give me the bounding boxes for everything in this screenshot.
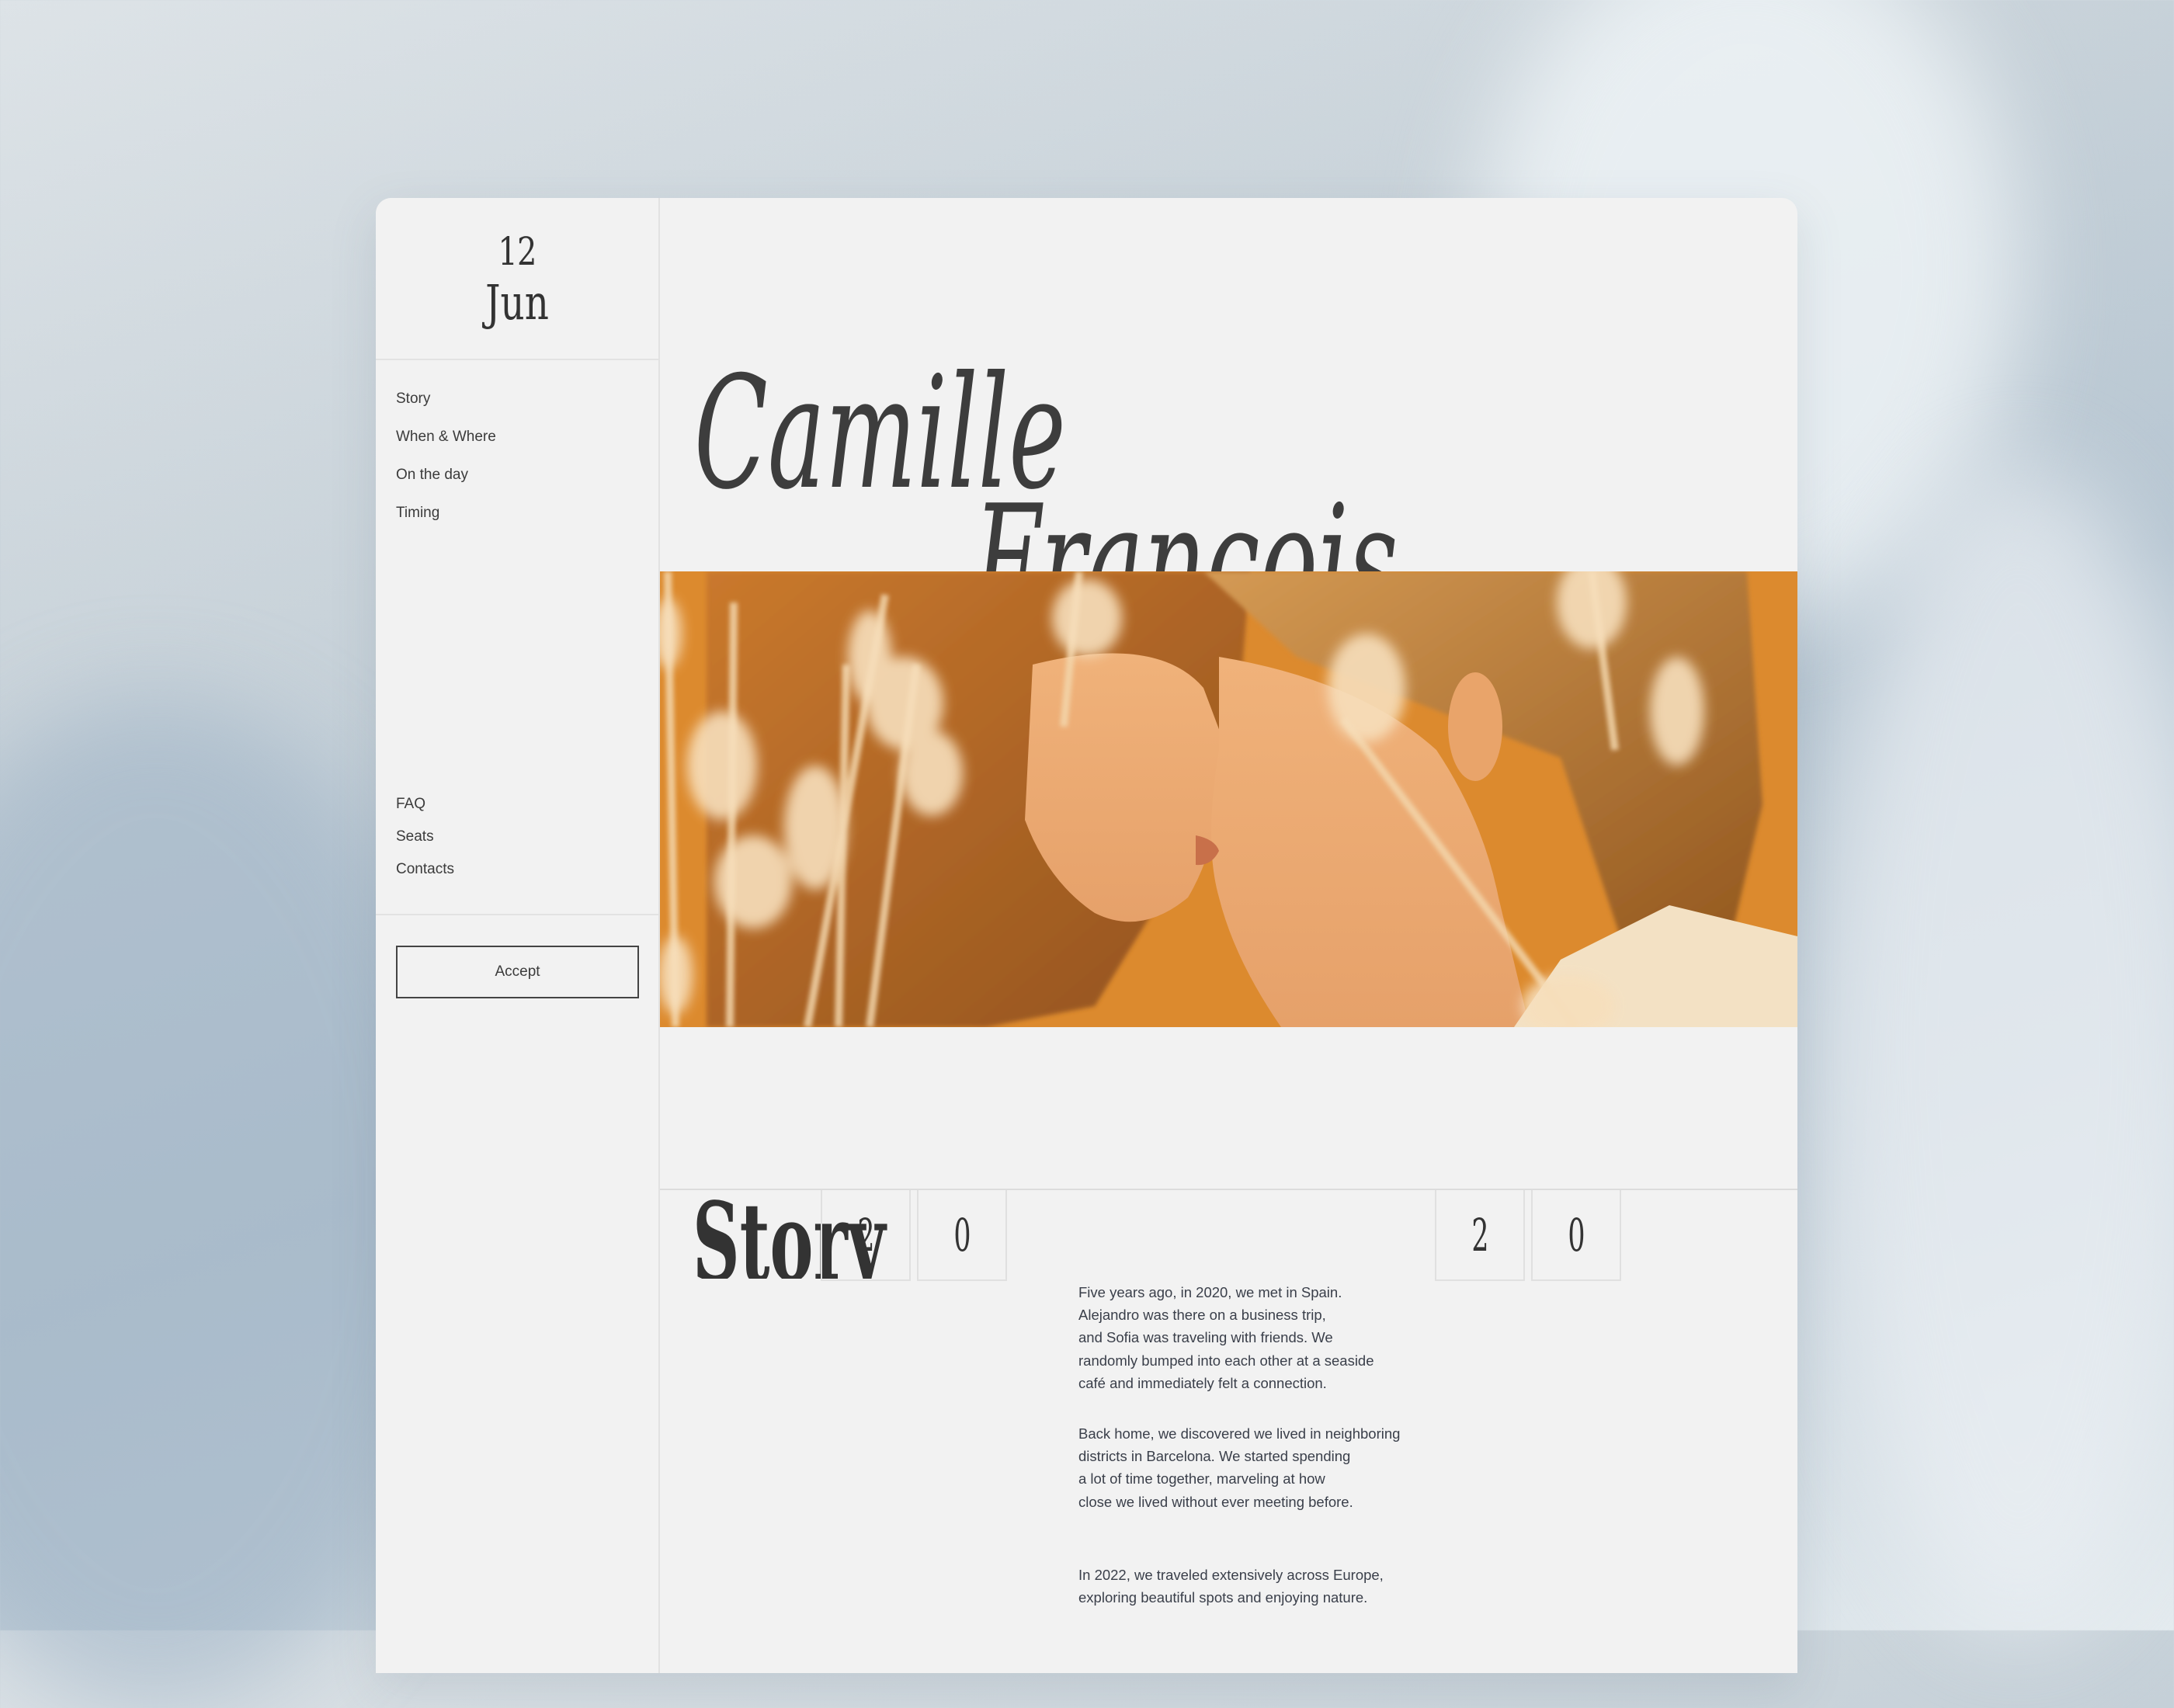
story-paragraph: Back home, we discovered we lived in nei…: [1078, 1425, 1401, 1510]
hero-photo: [660, 571, 1797, 1027]
year-left-digit-1: 2: [821, 1190, 911, 1281]
year-right-digit-2: 0: [1531, 1190, 1621, 1281]
story-paragraph: In 2022, we traveled extensively across …: [1078, 1567, 1384, 1606]
date-month: Jun: [485, 274, 549, 331]
couple-photo-illustration: [660, 571, 1797, 1027]
nav-item-timing[interactable]: Timing: [396, 505, 496, 543]
accept-button[interactable]: Accept: [396, 946, 639, 998]
nav-item-contacts[interactable]: Contacts: [396, 861, 454, 894]
sidebar: 12 Jun Story When & Where On the day Tim…: [376, 198, 660, 1673]
nav-item-on-the-day[interactable]: On the day: [396, 467, 496, 505]
year-right-digit-1: 2: [1435, 1190, 1525, 1281]
wedding-date: 12 Jun: [376, 198, 658, 360]
nav-item-when-where[interactable]: When & Where: [396, 429, 496, 467]
story-paragraph: Five years ago, in 2020, we met in Spain…: [1078, 1284, 1374, 1391]
background-glow: [1825, 466, 2174, 1630]
year-left-digit-2: 0: [917, 1190, 1007, 1281]
secondary-nav: FAQ Seats Contacts: [396, 796, 454, 894]
primary-nav: Story When & Where On the day Timing: [396, 391, 496, 543]
nav-item-story[interactable]: Story: [396, 391, 496, 429]
nav-item-seats[interactable]: Seats: [396, 828, 454, 861]
date-day: 12: [498, 229, 537, 274]
wedding-site-card: 12 Jun Story When & Where On the day Tim…: [376, 198, 1797, 1673]
nav-item-faq[interactable]: FAQ: [396, 796, 454, 828]
sidebar-divider: [376, 914, 658, 915]
